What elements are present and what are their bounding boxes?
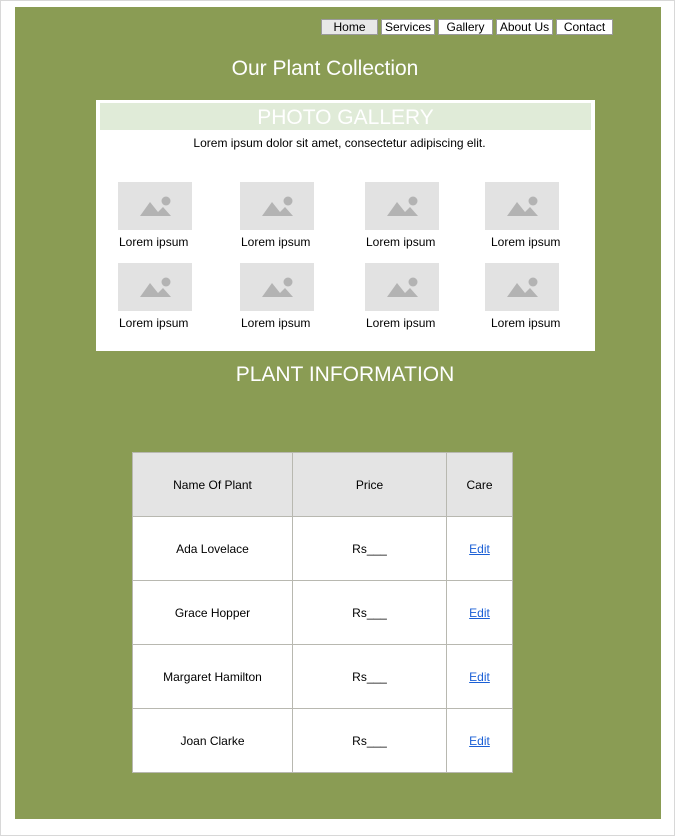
plant-price-cell: Rs___	[292, 708, 447, 773]
page-frame: Home Services Gallery About Us Contact O…	[0, 0, 675, 836]
nav-home-button[interactable]: Home	[321, 19, 378, 35]
gallery-caption: Lorem ipsum	[491, 316, 561, 330]
column-header-care: Care	[446, 452, 513, 517]
column-header-name: Name Of Plant	[132, 452, 293, 517]
gallery-caption: Lorem ipsum	[241, 235, 311, 249]
plant-name-cell: Margaret Hamilton	[132, 644, 293, 709]
main-panel: Home Services Gallery About Us Contact O…	[15, 7, 661, 819]
plant-care-cell: Edit	[446, 644, 513, 709]
table-row: Margaret Hamilton Rs___ Edit	[132, 644, 513, 709]
plant-price-cell: Rs___	[292, 644, 447, 709]
nav-contact-button[interactable]: Contact	[556, 19, 613, 35]
gallery-heading: PHOTO GALLERY	[100, 103, 591, 130]
table-header-row: Name Of Plant Price Care	[132, 452, 513, 517]
edit-link[interactable]: Edit	[469, 734, 490, 748]
plant-price-cell: Rs___	[292, 516, 447, 581]
table-row: Grace Hopper Rs___ Edit	[132, 580, 513, 645]
image-placeholder-icon	[118, 263, 192, 311]
gallery-caption: Lorem ipsum	[119, 235, 189, 249]
nav-services-button[interactable]: Services	[381, 19, 435, 35]
plant-name-cell: Ada Lovelace	[132, 516, 293, 581]
plant-info-heading: PLANT INFORMATION	[235, 363, 455, 386]
image-placeholder-icon	[118, 182, 192, 230]
plant-care-cell: Edit	[446, 580, 513, 645]
plant-care-cell: Edit	[446, 516, 513, 581]
edit-link[interactable]: Edit	[469, 670, 490, 684]
plant-table: Name Of Plant Price Care Ada Lovelace Rs…	[132, 452, 513, 773]
photo-gallery: PHOTO GALLERY Lorem ipsum dolor sit amet…	[96, 100, 595, 351]
image-placeholder-icon	[485, 182, 559, 230]
plant-price-cell: Rs___	[292, 580, 447, 645]
image-placeholder-icon	[485, 263, 559, 311]
image-placeholder-icon	[365, 182, 439, 230]
plant-name-cell: Grace Hopper	[132, 580, 293, 645]
edit-link[interactable]: Edit	[469, 542, 490, 556]
gallery-subtitle: Lorem ipsum dolor sit amet, consectetur …	[193, 136, 486, 150]
nav-about-button[interactable]: About Us	[496, 19, 553, 35]
gallery-caption: Lorem ipsum	[491, 235, 561, 249]
edit-link[interactable]: Edit	[469, 606, 490, 620]
table-row: Ada Lovelace Rs___ Edit	[132, 516, 513, 581]
gallery-caption: Lorem ipsum	[366, 316, 436, 330]
nav-gallery-button[interactable]: Gallery	[438, 19, 493, 35]
image-placeholder-icon	[240, 182, 314, 230]
plant-name-cell: Joan Clarke	[132, 708, 293, 773]
image-placeholder-icon	[365, 263, 439, 311]
plant-care-cell: Edit	[446, 708, 513, 773]
top-nav: Home Services Gallery About Us Contact	[321, 19, 616, 35]
gallery-caption: Lorem ipsum	[241, 316, 311, 330]
gallery-caption: Lorem ipsum	[119, 316, 189, 330]
table-row: Joan Clarke Rs___ Edit	[132, 708, 513, 773]
column-header-price: Price	[292, 452, 447, 517]
image-placeholder-icon	[240, 263, 314, 311]
gallery-caption: Lorem ipsum	[366, 235, 436, 249]
page-title: Our Plant Collection	[231, 57, 419, 80]
